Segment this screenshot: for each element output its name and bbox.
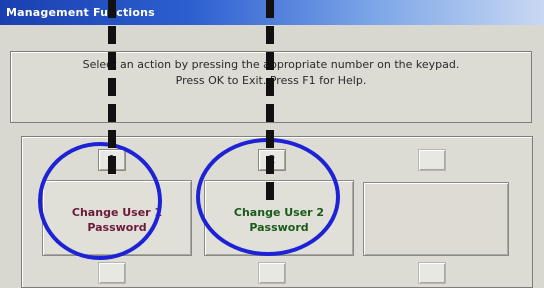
- annotation-dashed-line-1: [108, 0, 116, 178]
- key-5-button[interactable]: [258, 262, 286, 284]
- function-slot-3-button[interactable]: [363, 182, 509, 256]
- change-user-2-label-line2: Password: [249, 221, 309, 234]
- key-4-button[interactable]: [98, 262, 126, 284]
- change-user-2-label-line1: Change User 2: [233, 206, 325, 219]
- annotation-dashed-line-2: [266, 0, 274, 206]
- window-title: Management Functions: [6, 6, 155, 19]
- key-6-button[interactable]: [418, 262, 446, 284]
- change-user-2-password-button[interactable]: Change User 2 Password: [204, 180, 354, 256]
- key-3-button[interactable]: [418, 149, 446, 171]
- change-user-1-password-button[interactable]: Change User 1 Password: [42, 180, 192, 256]
- change-user-1-label-line1: Change User 1: [71, 206, 163, 219]
- change-user-1-label-line2: Password: [87, 221, 147, 234]
